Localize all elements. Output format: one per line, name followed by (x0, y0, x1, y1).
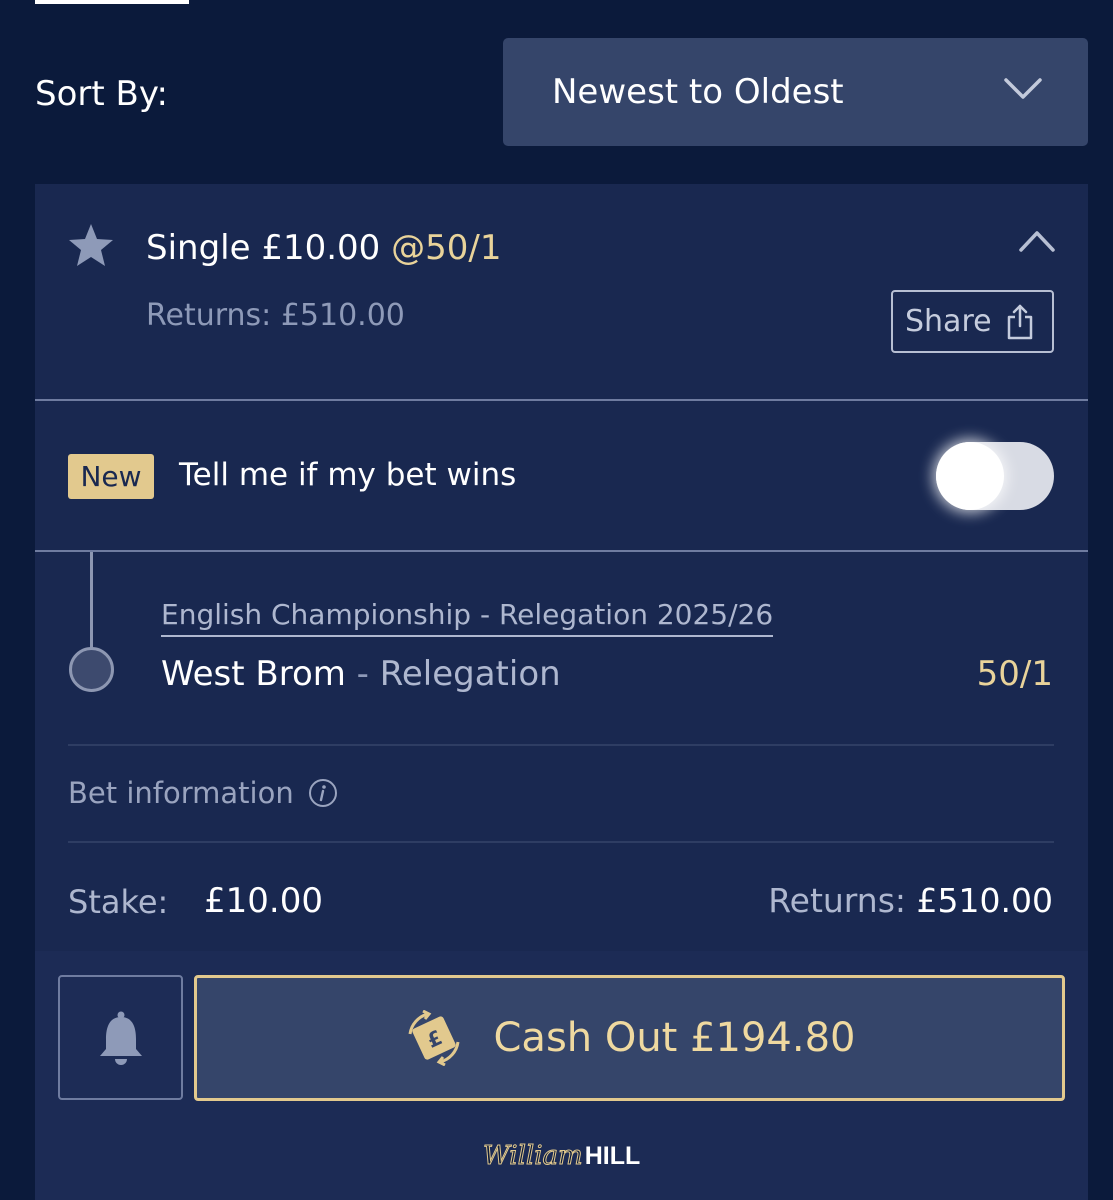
bet-actions: £ Cash Out £194.80 William HILL (35, 951, 1088, 1200)
divider (68, 841, 1054, 843)
share-button[interactable]: Share (891, 290, 1054, 353)
bet-header: Single £10.00 @50/1 Returns: £510.00 Sha… (35, 184, 1088, 400)
logo-bold: HILL (584, 1142, 641, 1170)
chevron-down-icon (1004, 78, 1042, 99)
notify-toggle[interactable] (936, 442, 1054, 510)
bet-information[interactable]: Bet information (68, 776, 338, 810)
selection-market: Relegation (379, 654, 561, 694)
stake-value: £10.00 (204, 881, 323, 921)
returns-value: £510.00 (916, 881, 1053, 920)
william-hill-logo: William HILL (483, 1141, 641, 1172)
timeline-line (90, 552, 93, 649)
returns-label: Returns: (768, 881, 907, 920)
selection-odds: 50/1 (976, 654, 1053, 694)
toggle-knob (936, 442, 1004, 510)
potential-returns: Returns: £510.00 (146, 298, 405, 333)
divider (68, 744, 1054, 746)
bet-type-stake: Single £10.00 (146, 228, 381, 268)
cash-out-label: Cash Out £194.80 (493, 1015, 856, 1061)
returns-summary: Returns: £510.00 (768, 881, 1053, 920)
sort-label: Sort By: (35, 74, 168, 114)
stake-label: Stake: (68, 883, 169, 921)
logo-script: William (483, 1141, 584, 1172)
cash-out-button[interactable]: £ Cash Out £194.80 (194, 975, 1065, 1101)
market-link[interactable]: English Championship - Relegation 2025/2… (161, 598, 774, 637)
share-label: Share (905, 304, 992, 339)
selection-team: West Brom (161, 654, 346, 694)
selection: West Brom - Relegation (161, 654, 561, 694)
info-icon (308, 779, 337, 807)
active-tab-indicator (35, 0, 189, 4)
page: Sort By: Newest to Oldest Single £10.00 … (0, 0, 1113, 1200)
star-icon[interactable] (68, 223, 114, 267)
divider (35, 550, 1088, 552)
bet-title: Single £10.00 @50/1 (146, 228, 501, 268)
bet-card: Single £10.00 @50/1 Returns: £510.00 Sha… (35, 184, 1088, 1200)
divider (35, 399, 1088, 401)
share-icon (1007, 304, 1032, 339)
sort-select[interactable]: Newest to Oldest (503, 38, 1088, 146)
selection-separator: - (345, 654, 380, 694)
bet-info-label: Bet information (68, 776, 294, 810)
chevron-up-icon[interactable] (1018, 228, 1056, 254)
bell-icon (99, 1011, 142, 1065)
sort-selected-value: Newest to Oldest (552, 72, 844, 112)
bell-button[interactable] (58, 975, 183, 1100)
notify-label: Tell me if my bet wins (179, 457, 517, 493)
new-badge: New (68, 454, 154, 499)
bet-title-odds: @50/1 (391, 228, 502, 268)
cashout-icon: £ (408, 1010, 459, 1066)
timeline-dot (69, 647, 114, 692)
